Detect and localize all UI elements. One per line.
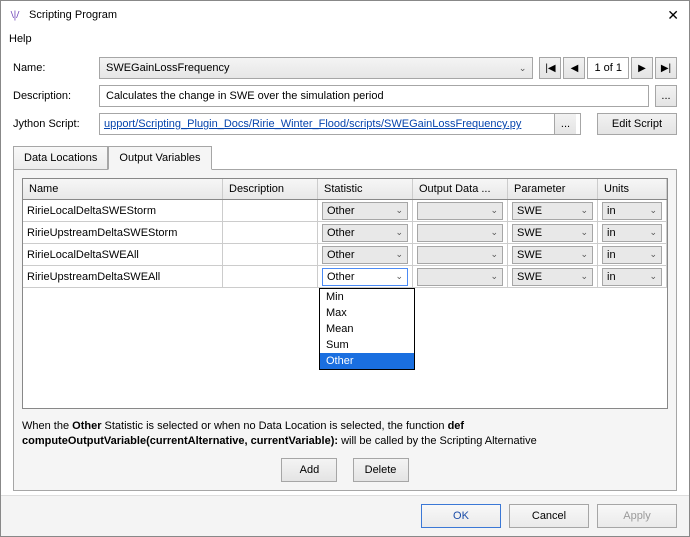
menu-help[interactable]: Help [9, 33, 32, 45]
apply-button: Apply [597, 504, 677, 528]
titlebar: \|/ Scripting Program ✕ [1, 1, 689, 29]
cell-units-select[interactable]: in⌄ [602, 268, 662, 286]
dropdown-option[interactable]: Mean [320, 321, 414, 337]
cell-output-data-select[interactable]: ⌄ [417, 202, 503, 220]
cell-parameter-select[interactable]: SWE⌄ [512, 202, 593, 220]
table-row: RirieUpstreamDeltaSWEAll Other⌄ ⌄ SWE⌄ i… [23, 266, 667, 288]
col-header-statistic[interactable]: Statistic [318, 179, 413, 199]
chevron-down-icon: ⌄ [580, 227, 588, 238]
chevron-down-icon: ⌄ [395, 271, 403, 282]
cell-statistic-select[interactable]: Other⌄ [322, 246, 408, 264]
col-header-description[interactable]: Description [223, 179, 318, 199]
dialog-buttons: OK Cancel Apply [1, 495, 689, 536]
close-icon[interactable]: ✕ [663, 7, 683, 24]
cell-description[interactable] [223, 266, 318, 287]
footnote: When the Other Statistic is selected or … [22, 419, 668, 450]
table-row: RirieLocalDeltaSWEStorm Other⌄ ⌄ SWE⌄ in… [23, 200, 667, 222]
table-row: RirieLocalDeltaSWEAll Other⌄ ⌄ SWE⌄ in⌄ [23, 244, 667, 266]
delete-button[interactable]: Delete [353, 458, 409, 482]
cell-name[interactable]: RirieLocalDeltaSWEAll [23, 244, 223, 265]
name-label: Name: [13, 62, 93, 74]
dropdown-option[interactable]: Min [320, 289, 414, 305]
nav-counter: 1 of 1 [587, 57, 629, 79]
edit-script-button[interactable]: Edit Script [597, 113, 677, 135]
cell-statistic-select[interactable]: Other⌄ [322, 224, 408, 242]
dropdown-option[interactable]: Max [320, 305, 414, 321]
cell-description[interactable] [223, 200, 318, 221]
chevron-down-icon: ⌄ [580, 205, 588, 216]
cell-parameter-select[interactable]: SWE⌄ [512, 268, 593, 286]
cell-units-select[interactable]: in⌄ [602, 246, 662, 264]
description-ellipsis-button[interactable]: ... [655, 85, 677, 107]
cell-output-data-select[interactable]: ⌄ [417, 268, 503, 286]
cell-statistic-select[interactable]: Other⌄ [322, 202, 408, 220]
dropdown-option-selected[interactable]: Other [320, 353, 414, 369]
cell-units-select[interactable]: in⌄ [602, 202, 662, 220]
grid-header: Name Description Statistic Output Data .… [23, 179, 667, 200]
record-nav: |◀ ◀ 1 of 1 ▶ ▶| [539, 57, 677, 79]
chevron-down-icon: ⌄ [649, 271, 657, 282]
grid-body: RirieLocalDeltaSWEStorm Other⌄ ⌄ SWE⌄ in… [23, 200, 667, 408]
statistic-dropdown[interactable]: Min Max Mean Sum Other [319, 288, 415, 370]
description-input[interactable]: Calculates the change in SWE over the si… [99, 85, 649, 107]
chevron-down-icon: ⌄ [580, 249, 588, 260]
col-header-output-data[interactable]: Output Data ... [413, 179, 508, 199]
cell-description[interactable] [223, 244, 318, 265]
cancel-button[interactable]: Cancel [509, 504, 589, 528]
chevron-down-icon: ⌄ [490, 271, 498, 282]
chevron-down-icon: ⌄ [649, 227, 657, 238]
chevron-down-icon: ⌄ [490, 205, 498, 216]
chevron-down-icon: ⌄ [395, 205, 403, 216]
nav-last-button[interactable]: ▶| [655, 57, 677, 79]
menubar: Help [1, 29, 689, 49]
chevron-down-icon: ⌄ [490, 227, 498, 238]
cell-units-select[interactable]: in⌄ [602, 224, 662, 242]
chevron-down-icon: ⌄ [490, 249, 498, 260]
chevron-down-icon: ⌄ [580, 271, 588, 282]
chevron-down-icon: ⌄ [649, 205, 657, 216]
app-icon: \|/ [7, 7, 23, 23]
window-title: Scripting Program [29, 9, 663, 21]
name-select[interactable]: SWEGainLossFrequency ⌄ [99, 57, 533, 79]
ok-button[interactable]: OK [421, 504, 501, 528]
col-header-parameter[interactable]: Parameter [508, 179, 598, 199]
cell-name[interactable]: RirieUpstreamDeltaSWEStorm [23, 222, 223, 243]
add-button[interactable]: Add [281, 458, 337, 482]
description-value: Calculates the change in SWE over the si… [106, 90, 384, 102]
tabs: Data Locations Output Variables [13, 145, 677, 169]
cell-statistic-select[interactable]: Other⌄ [322, 268, 408, 286]
chevron-down-icon: ⌄ [649, 249, 657, 260]
tab-panel-output-variables: Name Description Statistic Output Data .… [13, 169, 677, 491]
col-header-units[interactable]: Units [598, 179, 667, 199]
cell-parameter-select[interactable]: SWE⌄ [512, 224, 593, 242]
nav-prev-button[interactable]: ◀ [563, 57, 585, 79]
tab-data-locations[interactable]: Data Locations [13, 146, 108, 170]
chevron-down-icon: ⌄ [519, 63, 527, 74]
table-row: RirieUpstreamDeltaSWEStorm Other⌄ ⌄ SWE⌄… [23, 222, 667, 244]
cell-output-data-select[interactable]: ⌄ [417, 224, 503, 242]
chevron-down-icon: ⌄ [395, 249, 403, 260]
dropdown-option[interactable]: Sum [320, 337, 414, 353]
jython-path-link[interactable]: upport/Scripting_Plugin_Docs/Ririe_Winte… [104, 118, 521, 130]
name-value: SWEGainLossFrequency [106, 62, 230, 74]
cell-output-data-select[interactable]: ⌄ [417, 246, 503, 264]
nav-next-button[interactable]: ▶ [631, 57, 653, 79]
nav-first-button[interactable]: |◀ [539, 57, 561, 79]
row-action-buttons: Add Delete [22, 458, 668, 482]
description-label: Description: [13, 90, 93, 102]
cell-parameter-select[interactable]: SWE⌄ [512, 246, 593, 264]
cell-description[interactable] [223, 222, 318, 243]
jython-ellipsis-button[interactable]: ... [554, 114, 576, 134]
cell-name[interactable]: RirieLocalDeltaSWEStorm [23, 200, 223, 221]
output-variables-grid: Name Description Statistic Output Data .… [22, 178, 668, 409]
jython-label: Jython Script: [13, 118, 93, 130]
tab-output-variables[interactable]: Output Variables [108, 146, 211, 170]
chevron-down-icon: ⌄ [395, 227, 403, 238]
jython-path-field: upport/Scripting_Plugin_Docs/Ririe_Winte… [99, 113, 581, 135]
cell-name[interactable]: RirieUpstreamDeltaSWEAll [23, 266, 223, 287]
col-header-name[interactable]: Name [23, 179, 223, 199]
